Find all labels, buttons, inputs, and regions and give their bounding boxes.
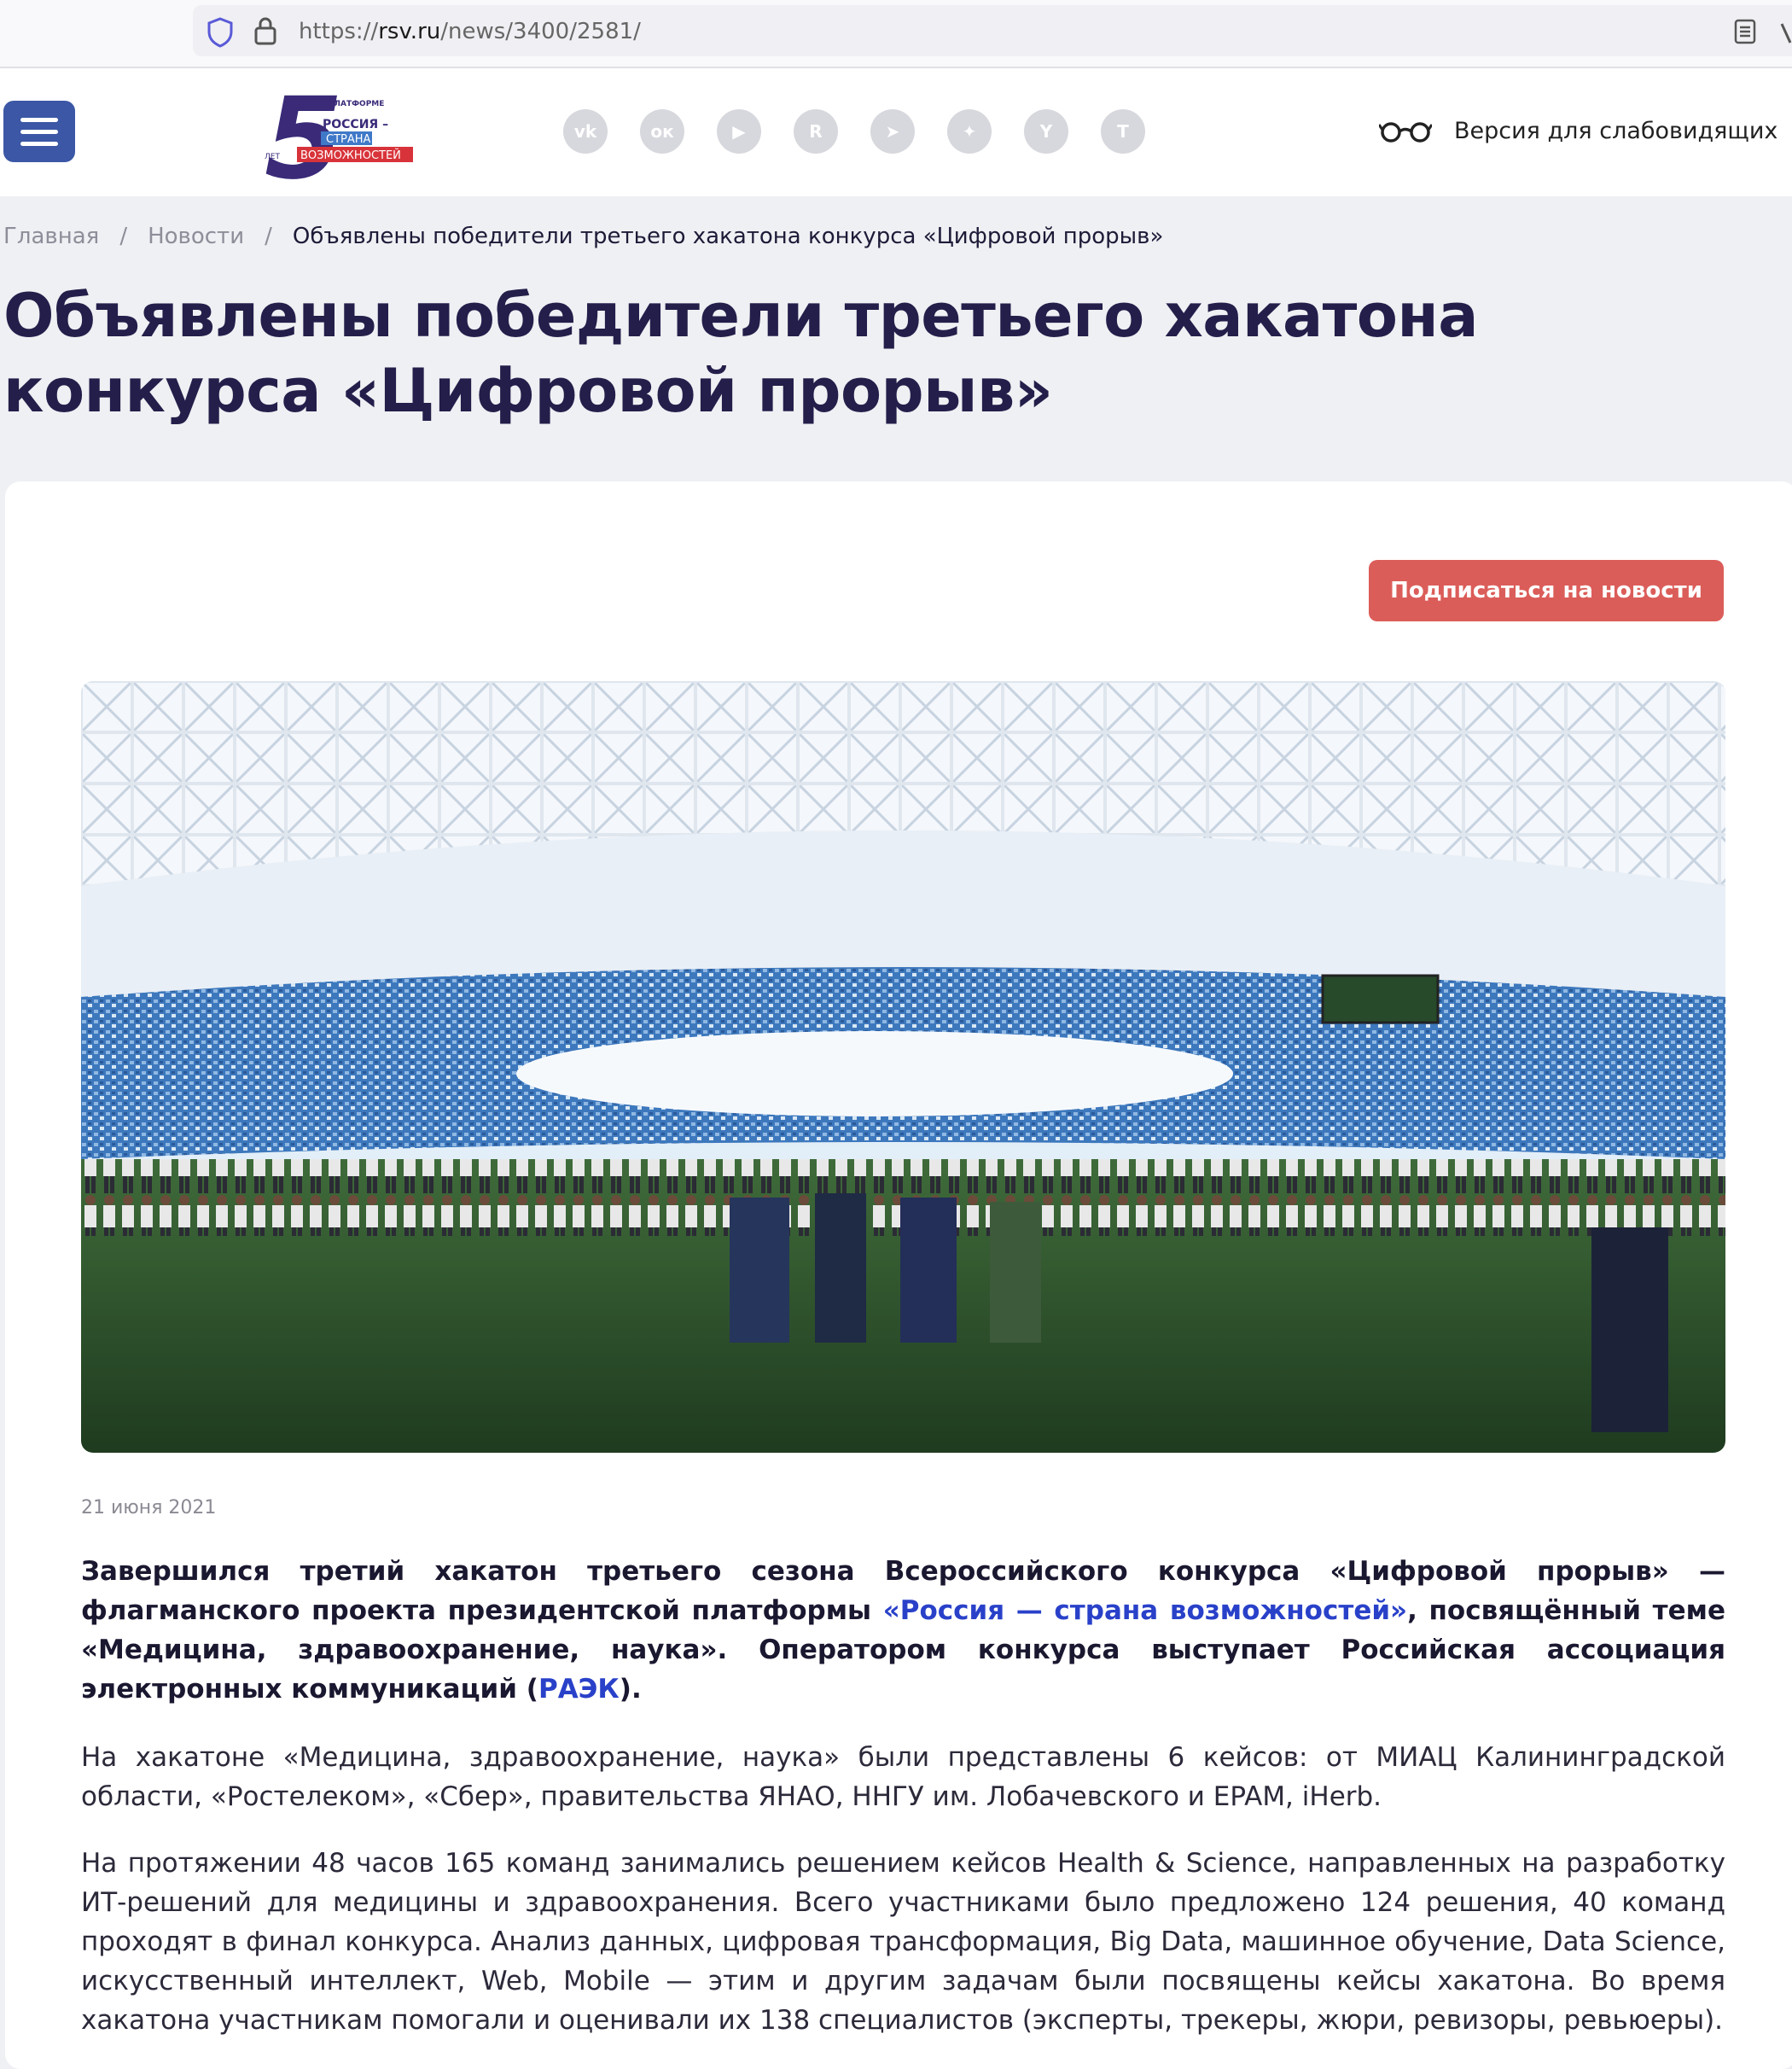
site-header: 5 ЛЕТ ПЛАТФОРМЕ РОССИЯ – СТРАНА ВОЗМОЖНО… — [0, 68, 1792, 196]
article-paragraph: На протяжении 48 часов 165 команд занима… — [81, 1848, 1725, 2036]
glasses-icon[interactable] — [1379, 119, 1432, 143]
tenchat-icon[interactable]: T — [1101, 109, 1145, 154]
breadcrumb-current: Объявлены победители третьего хакатона к… — [292, 224, 1164, 249]
reader-view-icon[interactable] — [1734, 19, 1756, 44]
logo-line1: РОССИЯ – — [323, 118, 388, 131]
dzen-icon[interactable]: ✦ — [947, 109, 992, 154]
breadcrumb-home[interactable]: Главная — [3, 224, 99, 249]
url-path: /news/3400/2581/ — [440, 19, 641, 44]
logo-line3: ВОЗМОЖНОСТЕЙ — [300, 149, 401, 162]
rutube-icon[interactable]: R — [794, 109, 838, 154]
raek-link[interactable]: РАЭК — [538, 1674, 620, 1705]
logo[interactable]: 5 ЛЕТ ПЛАТФОРМЕ РОССИЯ – СТРАНА ВОЗМОЖНО… — [263, 89, 416, 181]
url-scheme: https:// — [299, 19, 379, 44]
yappy-icon[interactable]: Y — [1024, 109, 1068, 154]
youtube-icon[interactable]: ▶ — [717, 109, 761, 154]
menu-button[interactable] — [3, 101, 75, 162]
vk-icon[interactable]: vk — [563, 109, 608, 154]
page-title: Объявлены победители третьего хакатона к… — [3, 281, 1479, 426]
hamburger-line — [20, 118, 58, 122]
breadcrumb-separator: / — [265, 224, 272, 249]
accessibility-version-link[interactable]: Версия для слабовидящих — [1454, 118, 1777, 144]
breadcrumb-news[interactable]: Новости — [148, 224, 244, 249]
lead-text: ). — [619, 1674, 642, 1705]
browser-toolbar: https://rsv.ru/news/3400/2581/ — [0, 0, 1792, 68]
lock-icon[interactable] — [253, 15, 278, 46]
hamburger-line — [20, 130, 58, 134]
breadcrumb-separator: / — [119, 224, 128, 249]
article-paragraph: На хакатоне «Медицина, здравоохранение, … — [81, 1742, 1725, 1812]
article-photo — [81, 681, 1725, 1453]
shield-icon[interactable] — [207, 17, 234, 48]
extension-icon[interactable] — [1780, 22, 1792, 44]
breadcrumb: Главная / Новости / Объявлены победители тре… — [3, 224, 1163, 249]
logo-prefix: ЛЕТ — [265, 153, 280, 161]
hamburger-line — [20, 142, 58, 146]
article-lead: Завершился третий хакатон третьего сезон… — [81, 1552, 1725, 1709]
article-date: 21 июня 2021 — [81, 1497, 217, 1518]
subscribe-button[interactable]: Подписаться на новости — [1369, 560, 1724, 621]
odnoklassniki-icon[interactable]: ок — [640, 109, 684, 154]
platform-link[interactable]: «Россия — страна возможностей» — [883, 1595, 1407, 1626]
logo-top-line: ПЛАТФОРМЕ — [328, 100, 384, 108]
telegram-icon[interactable]: ➤ — [870, 109, 915, 154]
url-host: rsv.ru — [378, 19, 441, 44]
logo-line2: СТРАНА — [326, 133, 371, 146]
url-text[interactable]: https://rsv.ru/news/3400/2581/ — [299, 19, 641, 44]
